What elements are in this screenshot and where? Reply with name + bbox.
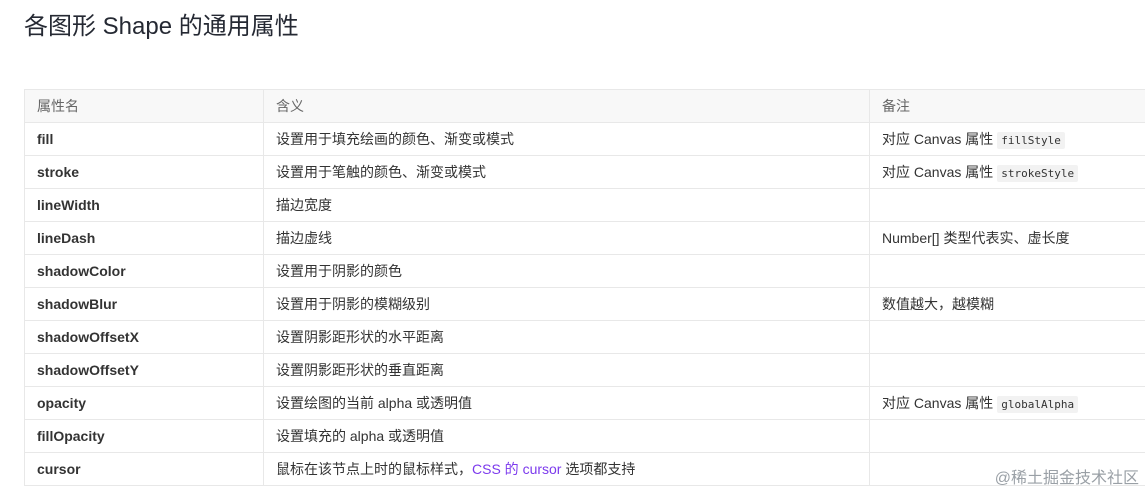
column-header-note: 备注	[869, 89, 1145, 123]
property-name: shadowOffsetY	[24, 353, 264, 387]
property-desc: 描边虚线	[263, 221, 870, 255]
property-note: 对应 Canvas 属性 globalAlpha	[869, 386, 1145, 420]
page: 各图形 Shape 的通用属性 属性名 含义 备注 fill 设置用于填充绘画的…	[0, 0, 1145, 494]
table-row: opacity 设置绘图的当前 alpha 或透明值 对应 Canvas 属性 g…	[24, 386, 1145, 420]
property-note	[869, 419, 1145, 453]
property-desc: 设置用于阴影的颜色	[263, 254, 870, 288]
property-desc: 设置用于填充绘画的颜色、渐变或模式	[263, 122, 870, 156]
table-row: stroke 设置用于笔触的颜色、渐变或模式 对应 Canvas 属性 strok…	[24, 155, 1145, 189]
property-note: Number[] 类型代表实、虚长度	[869, 221, 1145, 255]
properties-table: 属性名 含义 备注 fill 设置用于填充绘画的颜色、渐变或模式 对应 Canv…	[24, 89, 1145, 486]
table-row: shadowOffsetY 设置阴影距形状的垂直距离	[24, 353, 1145, 387]
code-snippet: strokeStyle	[997, 165, 1079, 182]
property-desc: 鼠标在该节点上时的鼠标样式，CSS 的 cursor 选项都支持	[263, 452, 870, 486]
property-name: stroke	[24, 155, 264, 189]
property-desc: 设置阴影距形状的水平距离	[263, 320, 870, 354]
property-name: fill	[24, 122, 264, 156]
property-note	[869, 353, 1145, 387]
table-row: lineDash 描边虚线 Number[] 类型代表实、虚长度	[24, 221, 1145, 255]
page-title: 各图形 Shape 的通用属性	[24, 13, 299, 40]
property-name: lineDash	[24, 221, 264, 255]
property-name: shadowBlur	[24, 287, 264, 321]
property-desc: 设置绘图的当前 alpha 或透明值	[263, 386, 870, 420]
table-row: fill 设置用于填充绘画的颜色、渐变或模式 对应 Canvas 属性 fillS…	[24, 122, 1145, 156]
property-name: fillOpacity	[24, 419, 264, 453]
property-name: lineWidth	[24, 188, 264, 222]
column-header-meaning: 含义	[263, 89, 870, 123]
property-note: 数值越大，越模糊	[869, 287, 1145, 321]
property-note	[869, 188, 1145, 222]
table-row: shadowBlur 设置用于阴影的模糊级别 数值越大，越模糊	[24, 287, 1145, 321]
table-row: fillOpacity 设置填充的 alpha 或透明值	[24, 419, 1145, 453]
column-header-name: 属性名	[24, 89, 264, 123]
desc-text: 鼠标在该节点上时的鼠标样式，	[276, 461, 472, 477]
property-desc: 描边宽度	[263, 188, 870, 222]
property-note: 对应 Canvas 属性 fillStyle	[869, 122, 1145, 156]
css-cursor-link[interactable]: CSS 的 cursor	[472, 461, 561, 477]
property-name: opacity	[24, 386, 264, 420]
table-row: shadowOffsetX 设置阴影距形状的水平距离	[24, 320, 1145, 354]
property-desc: 设置用于笔触的颜色、渐变或模式	[263, 155, 870, 189]
property-name: shadowColor	[24, 254, 264, 288]
property-name: shadowOffsetX	[24, 320, 264, 354]
property-name: cursor	[24, 452, 264, 486]
code-snippet: globalAlpha	[997, 396, 1079, 413]
table-row: lineWidth 描边宽度	[24, 188, 1145, 222]
property-desc: 设置填充的 alpha 或透明值	[263, 419, 870, 453]
code-snippet: fillStyle	[997, 132, 1065, 149]
table-row: cursor 鼠标在该节点上时的鼠标样式，CSS 的 cursor 选项都支持	[24, 452, 1145, 486]
desc-text: 选项都支持	[561, 461, 636, 477]
note-text: 对应 Canvas 属性	[882, 395, 994, 411]
note-text: 对应 Canvas 属性	[882, 164, 994, 180]
watermark: @稀土掘金技术社区	[994, 470, 1139, 487]
table-row: shadowColor 设置用于阴影的颜色	[24, 254, 1145, 288]
property-note: 对应 Canvas 属性 strokeStyle	[869, 155, 1145, 189]
property-desc: 设置阴影距形状的垂直距离	[263, 353, 870, 387]
note-text: 对应 Canvas 属性	[882, 131, 994, 147]
table-header-row: 属性名 含义 备注	[24, 89, 1145, 123]
property-note	[869, 254, 1145, 288]
property-desc: 设置用于阴影的模糊级别	[263, 287, 870, 321]
property-note	[869, 320, 1145, 354]
